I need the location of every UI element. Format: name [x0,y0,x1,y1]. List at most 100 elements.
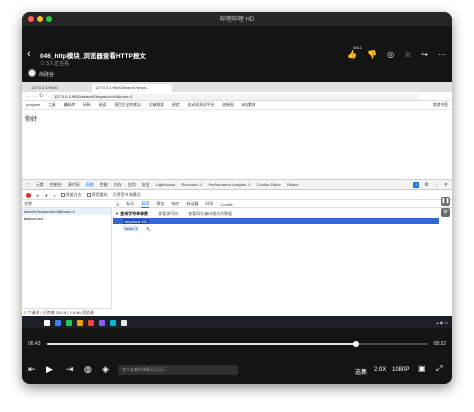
dislike-icon[interactable]: 👎 [367,50,377,59]
clear-icon[interactable]: ⊘ [36,193,39,198]
floating-settings-icon[interactable]: ⚙ [441,208,450,217]
filter-icon[interactable]: ▼ [44,193,48,198]
tab-sources[interactable]: 源代码 [68,182,80,188]
taskbar-app-icon[interactable] [66,319,72,326]
request-row[interactable]: search?keyword=h5&num=1 [22,208,111,215]
header-actions: 👍 8411 👎 ◎ ☆ ↪ ⋯ [347,45,446,59]
previous-icon[interactable]: ⇤ [28,364,36,375]
tab-network[interactable]: 网络 [86,182,94,188]
progress-handle[interactable] [352,341,359,347]
forward-icon[interactable]: → [32,93,37,99]
bookmark[interactable]: program [26,103,40,107]
close-icon[interactable]: ✕ [116,202,119,207]
close-icon[interactable]: ✕ [444,182,448,188]
next-icon[interactable]: ⇥ [66,364,74,375]
reload-icon[interactable]: ↻ [39,93,43,99]
share-icon[interactable]: ↪ [421,50,428,59]
danmu-settings-icon[interactable]: ◈ [102,364,109,375]
coin-icon[interactable]: ◎ [387,50,394,59]
disable-cache-checkbox[interactable]: 停用缓存 [86,192,108,198]
tab-performance-insights[interactable]: Performance insights ⚠ [209,182,251,187]
bookmark[interactable]: 创新园 [222,103,233,108]
uploader-avatar[interactable] [28,69,36,77]
view-url-encoded-link[interactable]: 查看网址编码格式的数据 [188,211,232,217]
danmu-toggle-icon[interactable]: ◍ [84,364,92,375]
back-icon[interactable]: ← [25,93,30,99]
preserve-log-label: 保留日志 [65,192,82,197]
bookmark[interactable]: 阅读 [99,103,107,108]
picture-in-picture-icon[interactable]: ▣ [418,364,426,373]
episode-select-button[interactable]: 选集 [355,367,367,376]
preserve-log-checkbox[interactable]: 保留日志 [60,192,82,198]
bookmark[interactable]: 经验 [172,103,180,108]
player-controls: 06:43 08:22 ⇤ ▶ ⇥ ◍ ◈ 发个友善的弹幕见证当下 选集 2.0… [22,328,452,384]
devtools-inspect-icon[interactable]: ⬚ [26,182,30,187]
selected-param-row[interactable] [113,218,439,224]
taskbar-app-icon[interactable] [99,319,105,326]
detail-tab-payload[interactable]: 载荷 [141,201,150,208]
taskbar-app-icon[interactable] [77,319,83,326]
tab-security[interactable]: 安全 [142,182,150,188]
settings-gear-icon[interactable]: ⚙ [424,182,428,188]
detail-tab-initiator[interactable]: 启动器 [186,201,198,207]
tab-recorder[interactable]: Recorder ⚠ [181,182,202,187]
other-bookmarks[interactable]: 其他书签 [433,103,448,108]
progress-bar[interactable] [47,341,428,347]
taskbar-app-icon[interactable] [88,319,94,326]
url-input[interactable]: 127.0.0.1:9000/search?keyword=h5&num=1 [50,93,420,100]
throttling-select[interactable]: 已停用节流模式 [113,192,141,198]
play-icon[interactable]: ▶ [46,364,53,375]
tab-elements[interactable]: 元素 [36,182,44,188]
system-tray-icon: ▴ ◉ ▭ [436,320,449,325]
floating-pause-icon[interactable]: ❚❚ [441,197,450,206]
bookmark[interactable]: 项目大全的笔记 [114,103,141,108]
view-source-link[interactable]: 查看源代码 [158,211,178,217]
bookmark[interactable]: 编码库 [64,103,75,108]
detail-tab-preview[interactable]: 预览 [156,201,164,207]
fullscreen-icon[interactable]: ⤢ [436,364,442,374]
tab-console[interactable]: 控制台 [50,182,62,188]
video-header: ‹ 046_http模块_浏览器查看HTTP报文 ⊙ 5人正在看 尚硅谷 👍 84… [22,26,452,82]
more-icon[interactable]: ⋮ [434,182,439,188]
record-icon[interactable] [26,192,31,198]
query-param: num: 1 [123,226,140,231]
bookmark[interactable]: 工具 [48,103,56,108]
bookmark[interactable]: 后端框架 [149,103,164,108]
bookmark[interactable]: 码码 [83,103,91,108]
taskbar-app-icon[interactable] [55,319,61,326]
taskbar-app-icon[interactable] [110,319,116,326]
quality-button[interactable]: 1080P [392,367,409,373]
tab-lighthouse[interactable]: Lighthouse [156,182,176,187]
browser-tab-bar: 127.0.0.1:9000 127.0.0.1:9000/search?key… [22,82,452,92]
query-string-heading[interactable]: ▼ 查询字符串参数 [115,211,148,217]
speed-button[interactable]: 2.0X [374,367,386,373]
browser-tab[interactable]: 127.0.0.1:9000 [28,84,88,92]
request-detail-tabs: ✕ 标头 载荷 预览 响应 启动器 时间 Cookie [113,201,452,208]
tab-application[interactable]: 应用 [128,182,136,188]
app-title: 哔哩哔哩 HD [219,17,255,23]
more-icon[interactable]: ⋯ [438,50,446,59]
back-arrow-icon[interactable]: ‹ [27,48,31,60]
tab-redux[interactable]: Redux [287,182,299,187]
taskbar-app-icon[interactable] [44,319,50,326]
query-string-header: ▼ 查询字符串参数 查看源代码 查看网址编码格式的数据 [115,211,232,217]
tab-cookie-editor[interactable]: Cookie Editor [257,182,281,187]
like-icon[interactable]: 👍 8411 [347,45,362,59]
search-icon[interactable]: ⌕ [53,193,55,198]
favorite-star-icon[interactable]: ☆ [404,50,411,59]
total-time: 08:22 [433,341,446,347]
detail-tab-response[interactable]: 响应 [171,201,179,207]
bookmark[interactable]: 自动化测试平台 [188,103,215,108]
browser-tab-active[interactable]: 127.0.0.1:9000/search?keyw... [92,84,172,92]
bookmark[interactable]: B站素材 [242,103,256,108]
request-row[interactable]: favicon.ico [22,215,111,222]
detail-tab-headers[interactable]: 标头 [126,201,134,207]
tab-performance[interactable]: 性能 [100,182,108,188]
danmu-input[interactable]: 发个友善的弹幕见证当下 [118,365,238,375]
uploader-name[interactable]: 尚硅谷 [39,71,54,78]
detail-tab-timing[interactable]: 时间 [205,201,213,207]
taskbar-app-icon[interactable] [121,319,127,326]
tab-memory[interactable]: 内存 [114,182,122,188]
detail-tab-cookie[interactable]: Cookie [220,202,232,207]
issues-badge[interactable]: 1 [413,182,420,188]
